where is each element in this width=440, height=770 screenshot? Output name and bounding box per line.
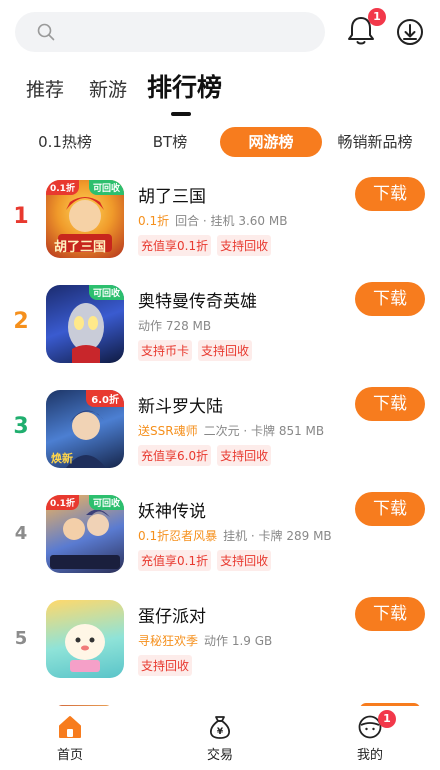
list-item[interactable]: 2 可回收 奥特曼传奇英雄 动作 728 MB 支持币卡 支持回收 下载 — [0, 277, 440, 382]
feature-tag: 充值享6.0折 — [138, 445, 212, 466]
rank-number: 2 — [13, 309, 29, 334]
egg-character-icon — [65, 624, 105, 672]
profile-badge: 1 — [378, 710, 396, 728]
subtab-bt[interactable]: BT榜 — [142, 127, 198, 157]
list-item[interactable]: 4 0.1折 可回收 妖神传说 0.1折忍者风暴 挂机 · 卡牌 289 MB 充… — [0, 487, 440, 592]
game-name[interactable]: 妖神传说 — [138, 497, 206, 522]
list-item[interactable]: 5 蛋仔派对 寻秘狂欢季 动作 1.9 GB 支持回收 下载 — [0, 592, 440, 697]
bottom-nav: 首页 ¥ 交易 1 我的 — [0, 706, 440, 770]
download-button[interactable]: 下载 — [355, 282, 425, 316]
feature-tag: 充值享0.1折 — [138, 550, 212, 571]
game-meta: 寻秘狂欢季 动作 1.9 GB — [138, 632, 272, 649]
feature-tags: 充值享0.1折 支持回收 — [138, 235, 277, 256]
nav-home[interactable]: 首页 — [40, 714, 100, 763]
subtab-hot-0-1[interactable]: 0.1热榜 — [30, 127, 100, 157]
recyclable-tag: 可回收 — [88, 180, 124, 195]
feature-tags: 支持币卡 支持回收 — [138, 340, 258, 361]
game-info: 回合 · 挂机 3.60 MB — [175, 214, 288, 228]
game-name[interactable]: 新斗罗大陆 — [138, 392, 223, 417]
discount-tag: 0.1折 — [46, 180, 79, 195]
main-tabs: 推荐 新游 排行榜 — [0, 64, 440, 116]
feature-tag: 支持币卡 — [138, 340, 193, 361]
game-meta: 0.1折 回合 · 挂机 3.60 MB — [138, 212, 287, 229]
feature-tag: 支持回收 — [198, 340, 253, 361]
feature-tag: 支持回收 — [217, 235, 272, 256]
game-icon[interactable]: 可回收 — [46, 285, 124, 363]
game-meta: 动作 728 MB — [138, 317, 211, 334]
list-item[interactable]: 3 6.0折 焕新 新斗罗大陆 送SSR魂师 二次元 · 卡牌 851 MB 充值… — [0, 382, 440, 487]
icon-caption: 焕新 — [51, 452, 73, 465]
game-meta: 送SSR魂师 二次元 · 卡牌 851 MB — [138, 422, 324, 439]
download-button[interactable]: 下载 — [355, 387, 425, 421]
game-name[interactable]: 胡了三国 — [138, 182, 206, 207]
download-button[interactable]: 下载 — [355, 177, 425, 211]
rank-number: 1 — [13, 204, 29, 229]
game-icon[interactable] — [46, 600, 124, 678]
rank-number: 3 — [13, 414, 29, 439]
rank-number: 4 — [14, 523, 28, 544]
download-button[interactable]: 下载 — [355, 492, 425, 526]
feature-tag: 充值享0.1折 — [138, 235, 212, 256]
search-input[interactable] — [15, 12, 325, 52]
game-info: 动作 728 MB — [138, 319, 212, 333]
recyclable-tag: 可回收 — [88, 285, 124, 300]
feature-tag: 支持回收 — [217, 550, 272, 571]
discount-tag: 6.0折 — [86, 390, 124, 407]
game-icon[interactable]: 0.1折 可回收 — [46, 495, 124, 573]
game-info: 二次元 · 卡牌 851 MB — [203, 424, 325, 438]
nav-trade[interactable]: ¥ 交易 — [190, 714, 250, 763]
feature-tags: 充值享6.0折 支持回收 — [138, 445, 277, 466]
game-icon[interactable]: 6.0折 焕新 — [46, 390, 124, 468]
ranking-sub-tabs: 0.1热榜 BT榜 网游榜 畅销新品榜 — [0, 127, 440, 159]
game-name[interactable]: 蛋仔派对 — [138, 602, 206, 627]
nav-label: 我的 — [356, 748, 383, 763]
game-meta: 0.1折忍者风暴 挂机 · 卡牌 289 MB — [138, 527, 332, 544]
feature-tag: 支持回收 — [217, 445, 272, 466]
download-circle-icon — [397, 19, 423, 45]
game-highlight: 送SSR魂师 — [138, 424, 198, 438]
game-icon[interactable]: 0.1折 可回收 胡了三国 — [46, 180, 124, 258]
feature-tags: 支持回收 — [138, 655, 198, 676]
nav-label: 首页 — [56, 748, 83, 763]
notification-button[interactable]: 1 — [346, 8, 386, 48]
money-bag-icon: ¥ — [209, 716, 231, 739]
game-highlight: 0.1折忍者风暴 — [138, 529, 218, 543]
active-tab-indicator — [171, 112, 191, 116]
subtab-bestselling-new[interactable]: 畅销新品榜 — [332, 127, 418, 157]
game-info: 动作 1.9 GB — [204, 634, 273, 648]
nav-profile[interactable]: 1 我的 — [340, 710, 400, 763]
list-item[interactable]: 1 0.1折 可回收 胡了三国 胡了三国 0.1折 回合 · 挂机 3.60 MB… — [0, 172, 440, 277]
download-manager-button[interactable] — [396, 18, 424, 46]
tab-new-games[interactable]: 新游 — [89, 75, 127, 102]
notification-badge: 1 — [368, 8, 386, 26]
nav-label: 交易 — [206, 748, 233, 763]
tab-rankings[interactable]: 排行榜 — [147, 68, 222, 104]
svg-text:¥: ¥ — [217, 727, 224, 737]
search-icon — [37, 23, 55, 41]
game-name[interactable]: 奥特曼传奇英雄 — [138, 287, 257, 312]
game-highlight: 寻秘狂欢季 — [138, 634, 199, 648]
feature-tags: 充值享0.1折 支持回收 — [138, 550, 277, 571]
subtab-online-games[interactable]: 网游榜 — [220, 127, 322, 157]
discount-tag: 0.1折 — [46, 495, 79, 510]
recyclable-tag: 可回收 — [88, 495, 124, 510]
home-icon — [59, 716, 81, 738]
top-bar: 1 — [0, 0, 440, 64]
download-button[interactable]: 下载 — [355, 597, 425, 631]
icon-caption: 胡了三国 — [54, 240, 107, 255]
feature-tag: 支持回收 — [138, 655, 193, 676]
rank-number: 5 — [14, 628, 28, 649]
game-highlight: 0.1折 — [138, 214, 170, 228]
game-info: 挂机 · 卡牌 289 MB — [223, 529, 332, 543]
tab-recommend[interactable]: 推荐 — [26, 75, 64, 102]
